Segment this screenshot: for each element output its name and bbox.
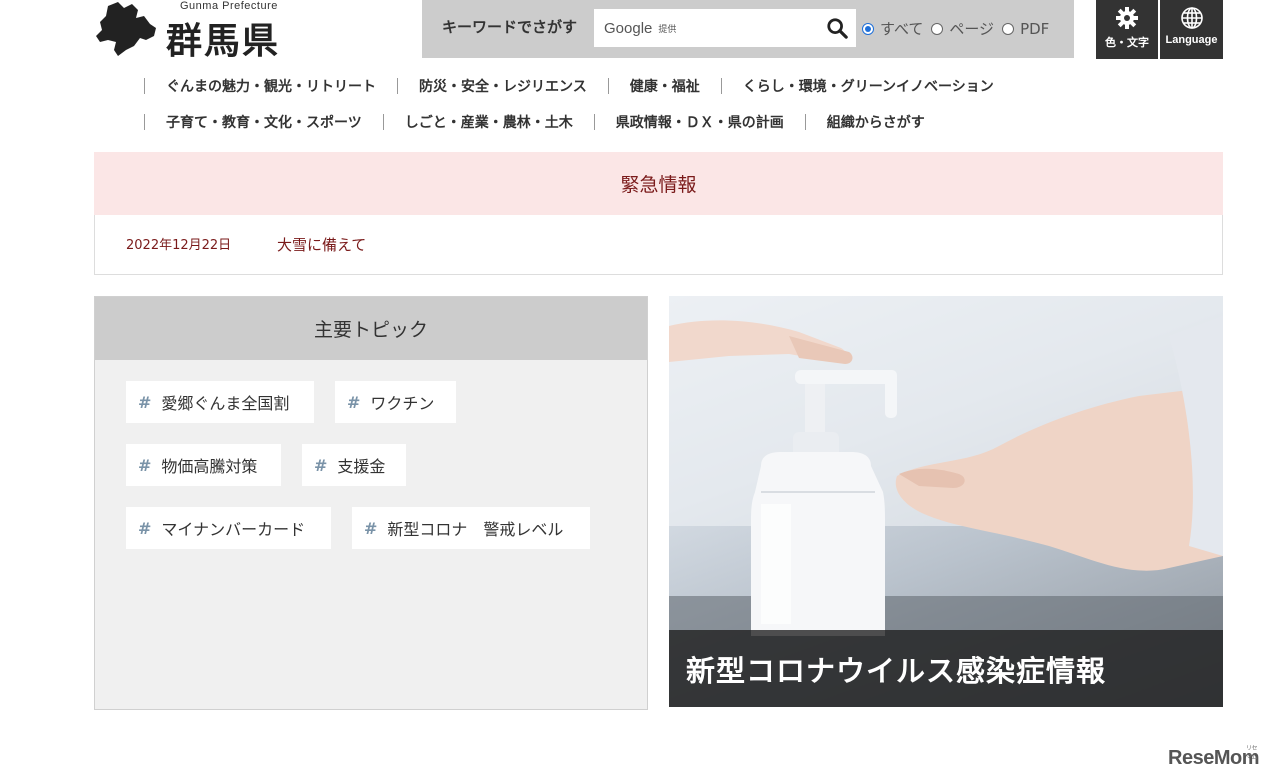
topic-tag[interactable]: # マイナンバーカード <box>126 507 331 549</box>
search-label: キーワードでさがす <box>442 18 578 36</box>
nav-divider <box>144 78 145 94</box>
emergency-date: 2022年12月22日 <box>126 238 232 253</box>
color-text-label: 色・文字 <box>1105 37 1149 49</box>
gunma-map-icon <box>96 2 156 56</box>
radio-page-dot <box>931 22 944 35</box>
nav-item-disaster-safety[interactable]: 防災・安全・レジリエンス <box>419 76 587 96</box>
global-nav-row-2: 子育て・教育・文化・スポーツ しごと・産業・農林・土木 県政情報・ＤＸ・県の計画… <box>144 112 925 132</box>
topic-tag-label: ワクチン <box>370 394 435 413</box>
radio-pdf-label: PDF <box>1020 19 1050 38</box>
resemom-watermark: ReseMom リセマム <box>1168 746 1259 770</box>
emergency-header: 緊急情報 <box>94 152 1223 215</box>
hash-icon: # <box>364 518 378 538</box>
nav-item-health-welfare[interactable]: 健康・福祉 <box>630 76 700 96</box>
color-text-button[interactable]: 色・文字 <box>1096 0 1158 59</box>
emergency-link[interactable]: 大雪に備えて <box>277 234 366 255</box>
nav-item-organizations[interactable]: 組織からさがす <box>827 112 925 132</box>
nav-item-prefecture-info[interactable]: 県政情報・ＤＸ・県の計画 <box>616 112 784 132</box>
radio-pdf-dot <box>1002 22 1015 35</box>
topic-tag-label: 支援金 <box>337 457 386 476</box>
google-brand: Google <box>604 19 653 37</box>
site-logo[interactable]: Gunma Prefecture 群馬県 <box>94 0 304 62</box>
topic-tag[interactable]: # 支援金 <box>302 444 406 486</box>
radio-page[interactable]: ページ <box>931 18 994 39</box>
nav-divider <box>720 78 722 94</box>
logo-title: 群馬県 <box>166 21 281 62</box>
nav-item-industry[interactable]: しごと・産業・農林・土木 <box>405 112 573 132</box>
language-button[interactable]: Language <box>1160 0 1223 59</box>
radio-pdf[interactable]: PDF <box>1002 20 1049 38</box>
search-scope-options: すべて ページ PDF <box>862 18 1057 39</box>
topic-tag-label: 物価高騰対策 <box>161 457 258 476</box>
hash-icon: # <box>138 392 152 412</box>
language-label: Language <box>1165 34 1218 46</box>
topic-tag-label: 愛郷ぐんま全国割 <box>161 394 290 413</box>
topic-tag-label: マイナンバーカード <box>161 520 306 539</box>
banner-caption: 新型コロナウイルス感染症情報 <box>669 630 1223 707</box>
nav-divider <box>382 114 384 130</box>
topic-tag[interactable]: # 愛郷ぐんま全国割 <box>126 381 314 423</box>
emergency-list: 2022年12月22日 大雪に備えて <box>94 215 1223 275</box>
topic-tag[interactable]: # 物価高騰対策 <box>126 444 281 486</box>
search-panel: キーワードでさがす Google 提供 すべて ページ PDF <box>422 0 1074 58</box>
nav-divider <box>804 114 806 130</box>
hash-icon: # <box>314 455 328 475</box>
topic-tag-label: 新型コロナ 警戒レベル <box>387 520 564 539</box>
covid-info-banner[interactable]: 新型コロナウイルス感染症情報 <box>669 296 1223 707</box>
search-icon[interactable] <box>826 17 848 39</box>
nav-item-living-environment[interactable]: くらし・環境・グリーンイノベーション <box>743 76 994 96</box>
globe-icon <box>1180 7 1203 29</box>
nav-item-education-culture[interactable]: 子育て・教育・文化・スポーツ <box>166 112 362 132</box>
nav-divider <box>144 114 145 130</box>
google-brand-sub: 提供 <box>658 24 677 35</box>
radio-all[interactable]: すべて <box>862 18 923 39</box>
topic-tag[interactable]: # 新型コロナ 警戒レベル <box>352 507 590 549</box>
nav-divider <box>593 114 595 130</box>
logo-subtitle: Gunma Prefecture <box>180 0 278 12</box>
hash-icon: # <box>138 455 152 475</box>
watermark-sub: リセマム <box>1246 746 1258 761</box>
radio-all-dot <box>862 22 874 35</box>
nav-item-attractions[interactable]: ぐんまの魅力・観光・リトリート <box>166 76 376 96</box>
hash-icon: # <box>138 518 152 538</box>
banner-caption-text: 新型コロナウイルス感染症情報 <box>686 653 1107 688</box>
topics-panel: 主要トピック # 愛郷ぐんま全国割 # ワクチン # 物価高騰対策 # 支援金 # マイナ… <box>94 296 648 710</box>
hash-icon: # <box>347 392 361 412</box>
emergency-title: 緊急情報 <box>620 174 697 196</box>
topics-title: 主要トピック <box>95 297 647 360</box>
search-input[interactable]: Google 提供 <box>594 9 856 47</box>
gear-icon <box>1116 7 1138 29</box>
nav-divider <box>397 78 398 94</box>
global-nav-row-1: ぐんまの魅力・観光・リトリート 防災・安全・レジリエンス 健康・福祉 くらし・環… <box>144 76 994 96</box>
nav-divider <box>607 78 609 94</box>
radio-all-label: すべて <box>880 20 924 38</box>
topic-tag[interactable]: # ワクチン <box>335 381 456 423</box>
radio-page-label: ページ <box>949 20 995 38</box>
